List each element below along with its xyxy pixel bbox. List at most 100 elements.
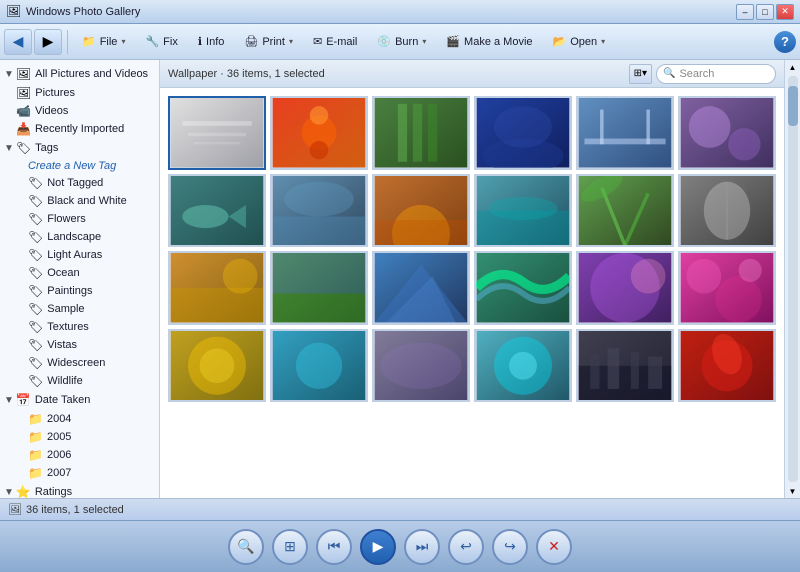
file-dropdown-arrow: ▾	[121, 37, 125, 46]
photo-thumb[interactable]	[678, 174, 776, 248]
photo-thumb[interactable]	[270, 329, 368, 403]
redo-button[interactable]: ↪	[492, 529, 528, 565]
burn-button[interactable]: 💿 Burn ▾	[368, 28, 435, 56]
scroll-up-button[interactable]: ▲	[786, 60, 800, 74]
photo-thumb[interactable]	[474, 251, 572, 325]
close-button[interactable]: ✕	[776, 4, 794, 20]
sidebar-group-tags[interactable]: ▼ 🏷 Tags	[0, 138, 159, 158]
photo-thumb[interactable]	[372, 251, 470, 325]
content-header: Wallpaper · 36 items, 1 selected ⊞ ▾ 🔍 S…	[160, 60, 784, 88]
sidebar-item-ocean[interactable]: 🏷 Ocean	[0, 264, 159, 282]
year-icon: 📁	[28, 466, 43, 480]
photo-thumb[interactable]	[576, 251, 674, 325]
fix-button[interactable]: 🔧 Fix	[136, 28, 186, 56]
light-icon: 🏷	[28, 248, 43, 262]
play-icon: ▶	[373, 538, 384, 555]
search-bottom-button[interactable]: 🔍	[228, 529, 264, 565]
minimize-button[interactable]: –	[736, 4, 754, 20]
delete-button[interactable]: ✕	[536, 529, 572, 565]
photo-thumb[interactable]	[270, 174, 368, 248]
next-button[interactable]: ⏭	[404, 529, 440, 565]
email-button[interactable]: ✉ E-mail	[304, 28, 366, 56]
photo-thumb[interactable]	[576, 329, 674, 403]
view-sort-button[interactable]: ⊞ ▾	[629, 64, 652, 84]
sidebar-item-flowers[interactable]: 🏷 Flowers	[0, 210, 159, 228]
movie-label: Make a Movie	[464, 36, 532, 48]
search-icon: 🔍	[663, 68, 675, 79]
sidebar-item-widescreen[interactable]: 🏷 Widescreen	[0, 354, 159, 372]
sidebar-item-videos[interactable]: 📹 Videos	[0, 102, 159, 120]
make-movie-button[interactable]: 🎬 Make a Movie	[437, 28, 541, 56]
sidebar-item-2007[interactable]: 📁 2007	[0, 464, 159, 482]
status-text: 36 items, 1 selected	[26, 504, 124, 516]
sidebar-item-wildlife[interactable]: 🏷 Wildlife	[0, 372, 159, 390]
vistas-label: Vistas	[47, 339, 77, 351]
sample-icon: 🏷	[28, 302, 43, 316]
sidebar-item-sample[interactable]: 🏷 Sample	[0, 300, 159, 318]
photo-thumb[interactable]	[678, 251, 776, 325]
sidebar-item-2006[interactable]: 📁 2006	[0, 446, 159, 464]
sidebar-item-recently-imported[interactable]: 📥 Recently Imported	[0, 120, 159, 138]
photo-thumb[interactable]	[576, 96, 674, 170]
sidebar-item-2004[interactable]: 📁 2004	[0, 410, 159, 428]
forward-button[interactable]: ▶	[34, 29, 62, 55]
photo-thumb[interactable]	[168, 251, 266, 325]
photo-thumb[interactable]	[168, 96, 266, 170]
year-icon: 📁	[28, 448, 43, 462]
photo-thumb[interactable]	[678, 96, 776, 170]
sidebar-item-paintings[interactable]: 🏷 Paintings	[0, 282, 159, 300]
open-label: Open	[570, 36, 597, 48]
delete-icon: ✕	[548, 538, 560, 555]
sidebar-item-pictures[interactable]: 🖼 Pictures	[0, 84, 159, 102]
info-button[interactable]: ℹ Info	[189, 28, 234, 56]
sort-arrow: ▾	[642, 68, 647, 79]
scroll-down-button[interactable]: ▼	[786, 484, 800, 498]
photo-thumb[interactable]	[474, 174, 572, 248]
photo-thumb[interactable]	[474, 329, 572, 403]
light-auras-label: Light Auras	[47, 249, 102, 261]
photo-thumb[interactable]	[168, 329, 266, 403]
sidebar-item-2005[interactable]: 📁 2005	[0, 428, 159, 446]
grid-view-button[interactable]: ⊞	[272, 529, 308, 565]
photo-thumb[interactable]	[576, 174, 674, 248]
play-button[interactable]: ▶	[360, 529, 396, 565]
wildlife-icon: 🏷	[28, 374, 43, 388]
undo-icon: ↩	[460, 538, 472, 555]
photo-thumb[interactable]	[372, 329, 470, 403]
back-button[interactable]: ◀	[4, 29, 32, 55]
sidebar-item-all-pictures[interactable]: ▼ 🖼 All Pictures and Videos	[0, 64, 159, 84]
sidebar-group-ratings[interactable]: ▼ ⭐ Ratings	[0, 482, 159, 498]
bw-icon: 🏷	[28, 194, 43, 208]
photo-thumb[interactable]	[372, 96, 470, 170]
print-button[interactable]: 🖨 Print ▾	[235, 28, 302, 56]
help-button[interactable]: ?	[774, 31, 796, 53]
photo-thumb[interactable]	[372, 174, 470, 248]
photo-thumb[interactable]	[270, 251, 368, 325]
recently-imported-label: Recently Imported	[35, 123, 124, 135]
sidebar-item-black-white[interactable]: 🏷 Black and White	[0, 192, 159, 210]
sidebar-item-vistas[interactable]: 🏷 Vistas	[0, 336, 159, 354]
content-title: Wallpaper · 36 items, 1 selected	[168, 68, 325, 80]
search-box[interactable]: 🔍 Search	[656, 64, 776, 84]
photo-thumb[interactable]	[270, 96, 368, 170]
sidebar-group-date-taken[interactable]: ▼ 📅 Date Taken	[0, 390, 159, 410]
sidebar-item-light-auras[interactable]: 🏷 Light Auras	[0, 246, 159, 264]
photo-thumb[interactable]	[678, 329, 776, 403]
print-icon: 🖨	[244, 35, 258, 48]
all-pictures-label: All Pictures and Videos	[35, 68, 148, 80]
year-icon: 📁	[28, 430, 43, 444]
open-button[interactable]: 📂 Open ▾	[544, 28, 615, 56]
file-menu-button[interactable]: 📁 File ▾	[73, 28, 134, 56]
sidebar-item-textures[interactable]: 🏷 Textures	[0, 318, 159, 336]
search-bottom-icon: 🔍	[237, 538, 254, 555]
restore-button[interactable]: □	[756, 4, 774, 20]
photo-thumb[interactable]	[474, 96, 572, 170]
photo-thumb[interactable]	[168, 174, 266, 248]
undo-button[interactable]: ↩	[448, 529, 484, 565]
scroll-thumb[interactable]	[788, 86, 798, 126]
sidebar-item-landscape[interactable]: 🏷 Landscape	[0, 228, 159, 246]
textures-icon: 🏷	[28, 320, 43, 334]
sidebar-item-create-tag[interactable]: Create a New Tag	[0, 158, 159, 174]
sidebar-item-not-tagged[interactable]: 🏷 Not Tagged	[0, 174, 159, 192]
prev-button[interactable]: ⏮	[316, 529, 352, 565]
